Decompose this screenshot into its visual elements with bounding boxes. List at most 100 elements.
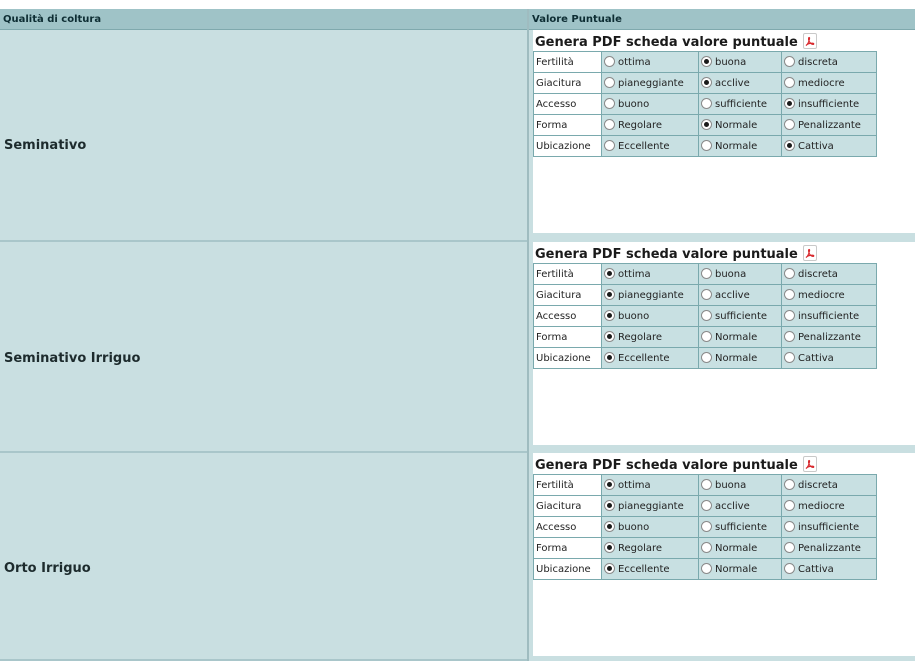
radio-button[interactable]	[604, 77, 615, 88]
radio-button[interactable]	[701, 56, 712, 67]
radio-button[interactable]	[604, 479, 615, 490]
radio-option[interactable]: buono	[601, 305, 699, 327]
radio-option[interactable]: Regolare	[601, 537, 699, 559]
radio-option[interactable]: buona	[698, 51, 782, 73]
radio-option[interactable]: ottima	[601, 474, 699, 496]
radio-option[interactable]: Normale	[698, 558, 782, 580]
radio-button[interactable]	[784, 98, 795, 109]
radio-button[interactable]	[701, 98, 712, 109]
radio-button[interactable]	[701, 119, 712, 130]
radio-option[interactable]: discreta	[781, 474, 877, 496]
radio-option[interactable]: Cattiva	[781, 135, 877, 157]
radio-button[interactable]	[604, 310, 615, 321]
radio-button[interactable]	[784, 310, 795, 321]
radio-option[interactable]: mediocre	[781, 284, 877, 306]
radio-option[interactable]: pianeggiante	[601, 284, 699, 306]
radio-option[interactable]: Eccellente	[601, 135, 699, 157]
radio-option[interactable]: pianeggiante	[601, 72, 699, 94]
radio-button[interactable]	[784, 289, 795, 300]
radio-button[interactable]	[604, 542, 615, 553]
radio-option[interactable]: Penalizzante	[781, 114, 877, 136]
radio-button[interactable]	[784, 268, 795, 279]
radio-button[interactable]	[784, 521, 795, 532]
radio-option[interactable]: Penalizzante	[781, 537, 877, 559]
radio-button[interactable]	[701, 563, 712, 574]
radio-option[interactable]: Normale	[698, 326, 782, 348]
radio-button[interactable]	[701, 289, 712, 300]
radio-option[interactable]: Eccellente	[601, 558, 699, 580]
radio-option[interactable]: acclive	[698, 72, 782, 94]
radio-option[interactable]: Normale	[698, 347, 782, 369]
generate-pdf-link[interactable]: Genera PDF scheda valore puntuale	[535, 245, 818, 262]
radio-button[interactable]	[604, 98, 615, 109]
radio-option[interactable]: Eccellente	[601, 347, 699, 369]
radio-option[interactable]: buona	[698, 263, 782, 285]
radio-option[interactable]: Penalizzante	[781, 326, 877, 348]
radio-button[interactable]	[784, 352, 795, 363]
radio-button[interactable]	[784, 77, 795, 88]
radio-option[interactable]: insufficiente	[781, 305, 877, 327]
radio-button[interactable]	[701, 521, 712, 532]
radio-button[interactable]	[701, 268, 712, 279]
radio-option[interactable]: Normale	[698, 135, 782, 157]
radio-option[interactable]: insufficiente	[781, 516, 877, 538]
radio-option[interactable]: Regolare	[601, 114, 699, 136]
radio-button[interactable]	[701, 331, 712, 342]
radio-button[interactable]	[784, 479, 795, 490]
radio-option-label: Normale	[715, 141, 758, 152]
generate-pdf-link[interactable]: Genera PDF scheda valore puntuale	[535, 33, 818, 50]
radio-button[interactable]	[784, 500, 795, 511]
radio-option[interactable]: Regolare	[601, 326, 699, 348]
parameter-table: Fertilità ottima buona discreta Giacitura pia…	[533, 263, 877, 369]
radio-option[interactable]: acclive	[698, 284, 782, 306]
radio-button[interactable]	[604, 563, 615, 574]
radio-option[interactable]: sufficiente	[698, 305, 782, 327]
generate-pdf-link[interactable]: Genera PDF scheda valore puntuale	[535, 456, 818, 473]
radio-button[interactable]	[604, 140, 615, 151]
radio-option[interactable]: Normale	[698, 114, 782, 136]
pdf-icon[interactable]	[802, 245, 818, 261]
radio-button[interactable]	[784, 140, 795, 151]
radio-button[interactable]	[701, 542, 712, 553]
radio-button[interactable]	[701, 310, 712, 321]
radio-option[interactable]: ottima	[601, 51, 699, 73]
radio-option[interactable]: Cattiva	[781, 558, 877, 580]
radio-option[interactable]: ottima	[601, 263, 699, 285]
radio-button[interactable]	[784, 331, 795, 342]
radio-option[interactable]: insufficiente	[781, 93, 877, 115]
radio-button[interactable]	[604, 500, 615, 511]
radio-button[interactable]	[604, 119, 615, 130]
radio-option[interactable]: discreta	[781, 51, 877, 73]
pdf-icon[interactable]	[802, 33, 818, 49]
radio-option[interactable]: sufficiente	[698, 516, 782, 538]
radio-option[interactable]: acclive	[698, 495, 782, 517]
radio-option[interactable]: pianeggiante	[601, 495, 699, 517]
radio-button[interactable]	[701, 77, 712, 88]
radio-button[interactable]	[784, 563, 795, 574]
radio-option[interactable]: Cattiva	[781, 347, 877, 369]
pdf-icon[interactable]	[802, 456, 818, 472]
radio-button[interactable]	[604, 268, 615, 279]
radio-option[interactable]: mediocre	[781, 495, 877, 517]
radio-option[interactable]: Normale	[698, 537, 782, 559]
radio-button[interactable]	[604, 521, 615, 532]
radio-option[interactable]: mediocre	[781, 72, 877, 94]
radio-button[interactable]	[784, 542, 795, 553]
radio-button[interactable]	[701, 479, 712, 490]
radio-option[interactable]: buono	[601, 93, 699, 115]
radio-option[interactable]: buono	[601, 516, 699, 538]
radio-button[interactable]	[604, 56, 615, 67]
radio-button[interactable]	[604, 352, 615, 363]
radio-option-label: Penalizzante	[798, 543, 861, 554]
radio-button[interactable]	[784, 119, 795, 130]
radio-button[interactable]	[701, 500, 712, 511]
radio-option[interactable]: buona	[698, 474, 782, 496]
radio-button[interactable]	[604, 289, 615, 300]
radio-button[interactable]	[604, 331, 615, 342]
radio-button[interactable]	[701, 140, 712, 151]
parameter-label: Accesso	[533, 516, 602, 538]
radio-button[interactable]	[784, 56, 795, 67]
radio-option[interactable]: discreta	[781, 263, 877, 285]
radio-option[interactable]: sufficiente	[698, 93, 782, 115]
radio-button[interactable]	[701, 352, 712, 363]
